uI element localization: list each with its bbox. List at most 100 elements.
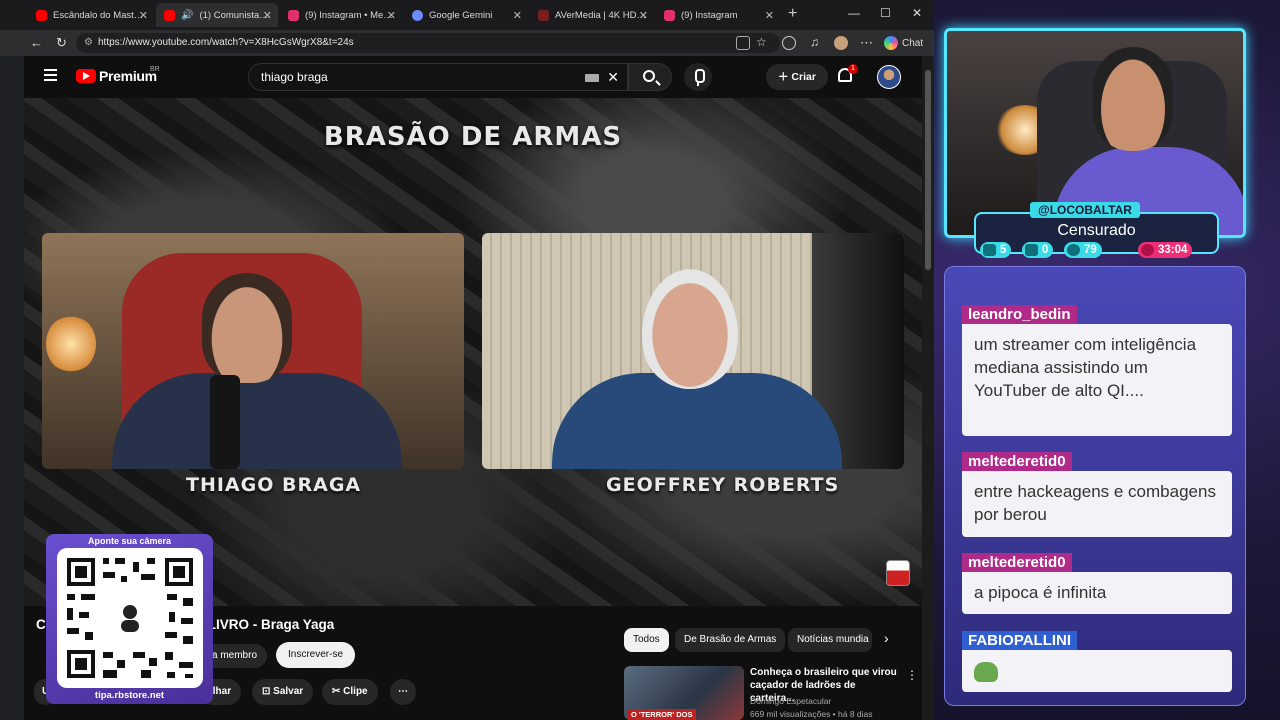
tab-3[interactable]: (9) Instagram • Mensa ✕ — [280, 3, 402, 27]
tab-5[interactable]: AVerMedia | 4K HDMI ✕ — [530, 3, 654, 27]
tab-6[interactable]: (9) Instagram ✕ — [656, 3, 780, 27]
more-actions-button[interactable]: ⋯ — [390, 679, 416, 705]
maximize-icon[interactable]: ☐ — [880, 6, 891, 20]
youtube-logo[interactable]: Premium — [76, 68, 157, 84]
extension-icon[interactable] — [782, 36, 796, 50]
streamer-handle: @LOCOBALTAR — [1030, 202, 1140, 218]
youtube-play-icon — [76, 69, 96, 83]
pepe-emote-icon — [974, 661, 998, 682]
account-avatar[interactable] — [877, 65, 901, 89]
qr-code-graphic — [67, 558, 193, 678]
url-field[interactable]: ⚙ https://www.youtube.com/watch?v=X8HcGs… — [76, 33, 780, 53]
chevron-right-icon[interactable]: › — [884, 630, 889, 646]
recommended-meta: 669 mil visualizações • há 8 dias — [750, 709, 873, 719]
guest-camera-left — [42, 233, 464, 469]
gemini-icon — [412, 9, 423, 21]
close-window-icon[interactable]: ✕ — [912, 6, 922, 20]
more-menu-icon[interactable]: ⋯ — [860, 35, 873, 51]
close-tab-icon[interactable]: ✕ — [387, 9, 396, 22]
close-tab-icon[interactable]: ✕ — [765, 9, 774, 22]
viewers-icon — [1067, 244, 1080, 256]
close-tab-icon[interactable]: ✕ — [639, 9, 648, 22]
stat-youtube: 0 — [1022, 242, 1054, 258]
clear-search-icon[interactable]: ✕ — [607, 64, 619, 90]
close-tab-icon[interactable]: ✕ — [513, 9, 522, 22]
avermedia-icon — [538, 9, 549, 21]
tab-4[interactable]: Google Gemini ✕ — [404, 3, 528, 27]
tab-bar: Escândalo do Master s ✕ 🔊 (1) Comunista … — [0, 0, 934, 30]
video-thumbnail[interactable]: O 'TERROR' DOS — [624, 666, 744, 720]
video-banner-title: BRASÃO DE ARMAS — [323, 122, 623, 152]
search-button[interactable] — [628, 63, 672, 91]
back-icon[interactable]: ← — [30, 35, 43, 50]
audio-icon[interactable]: 🔊 — [181, 10, 193, 21]
chat-username: meltederetid0 — [962, 553, 1072, 573]
site-info-icon[interactable]: ⚙ — [84, 33, 93, 53]
star-icon[interactable]: ☆ — [756, 35, 767, 49]
youtube-icon — [36, 9, 47, 21]
copilot-chat-button[interactable]: Chat — [884, 36, 923, 50]
close-tab-icon[interactable]: ✕ — [139, 9, 148, 22]
keyboard-icon[interactable] — [585, 74, 599, 82]
chat-bubble-icon — [983, 244, 996, 256]
guest-name-right: GEOFFREY ROBERTS — [606, 474, 840, 496]
copilot-icon — [884, 36, 898, 50]
clock-icon — [1141, 244, 1154, 256]
scissors-icon: ✂ — [332, 686, 344, 697]
clip-button[interactable]: ✂ Clipe — [322, 679, 378, 705]
guest-camera-right — [482, 233, 904, 469]
stat-chat: 5 — [980, 242, 1012, 258]
create-button[interactable]: ＋ Criar — [766, 64, 828, 90]
stream-status: Censurado — [1057, 222, 1136, 239]
search-input[interactable]: thiago braga ✕ — [248, 63, 628, 91]
chip-all[interactable]: Todos — [624, 628, 669, 652]
chat-message — [962, 650, 1232, 692]
region-code: BR — [150, 66, 160, 73]
youtube-icon — [1025, 244, 1038, 256]
chip-channel[interactable]: De Brasão de Armas — [675, 628, 786, 652]
chat-message: entre hackeagens e combagens por berou — [962, 471, 1232, 537]
new-tab-icon[interactable]: + — [788, 5, 797, 23]
recommended-video[interactable]: O 'TERROR' DOS Conheça o brasileiro que … — [624, 666, 920, 720]
kebab-menu-icon[interactable]: ⋮ — [906, 668, 918, 682]
profile-avatar-icon[interactable] — [834, 36, 848, 50]
video-player[interactable]: BRASÃO DE ARMAS THIAGO BRAGA GEOFFREY RO… — [24, 98, 922, 606]
subscribe-button[interactable]: Inscrever-se — [276, 642, 356, 668]
voice-search-button[interactable] — [684, 63, 712, 91]
reload-icon[interactable]: ↻ — [56, 35, 67, 51]
qr-caption: Aponte sua câmera — [87, 536, 172, 546]
channel-watermark — [886, 560, 910, 586]
stat-uptime: 33:04 — [1138, 242, 1193, 258]
chat-username: FABIOPALLINI — [962, 631, 1078, 651]
youtube-icon — [164, 9, 175, 21]
minimize-icon[interactable]: — — [848, 6, 860, 20]
qr-url: tipa.rbstore.net — [94, 690, 165, 701]
recommended-channel[interactable]: Domingo Espetacular — [750, 696, 831, 706]
instagram-icon — [288, 9, 299, 21]
chip-world-news[interactable]: Notícias mundia — [788, 628, 872, 652]
close-tab-icon[interactable]: ✕ — [263, 9, 272, 22]
page-scrollbar[interactable] — [922, 56, 934, 720]
chat-message: a pipoca é infinita — [962, 572, 1232, 614]
instagram-icon — [664, 9, 675, 21]
notification-badge: 1 — [848, 64, 858, 74]
url-text: https://www.youtube.com/watch?v=X8HcGsWg… — [98, 37, 354, 48]
apps-icon[interactable] — [736, 36, 750, 50]
qr-overlay: Aponte sua câmera tipa.rbstore.net — [46, 534, 213, 704]
save-button[interactable]: ⊡ Salvar — [252, 679, 314, 705]
qr-code — [57, 548, 203, 688]
bookmark-icon: ⊡ — [262, 686, 274, 697]
screen: Escândalo do Master s ✕ 🔊 (1) Comunista … — [0, 0, 1280, 720]
youtube-header: Premium BR thiago braga ✕ ＋ Criar 1 — [24, 56, 922, 98]
search-icon — [643, 70, 655, 82]
tab-2-active[interactable]: 🔊 (1) Comunista CHI ✕ — [156, 3, 278, 27]
guest-name-left: THIAGO BRAGA — [186, 474, 362, 496]
tab-1[interactable]: Escândalo do Master s ✕ — [28, 3, 154, 27]
address-bar-row: ← ↻ ⚙ https://www.youtube.com/watch?v=X8… — [0, 30, 934, 56]
chat-username: leandro_bedin — [962, 305, 1077, 325]
chat-message: um streamer com inteligência mediana ass… — [962, 324, 1232, 436]
chat-username: meltederetid0 — [962, 452, 1072, 472]
menu-icon[interactable] — [44, 69, 57, 81]
music-icon[interactable]: ♫ — [810, 35, 819, 49]
stat-viewers: 79 — [1064, 242, 1102, 258]
